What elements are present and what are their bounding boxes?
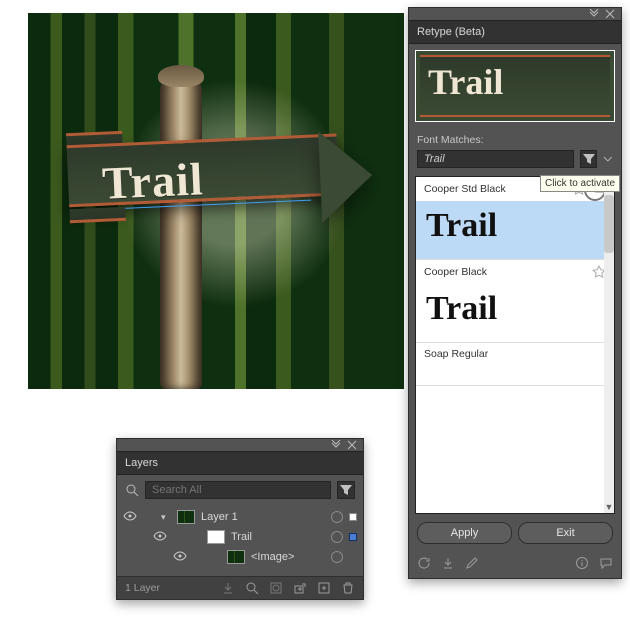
disclosure-icon[interactable]: ▾: [161, 512, 171, 523]
filter-icon: [582, 152, 596, 166]
eye-icon: [173, 549, 187, 563]
font-preview: Trail: [415, 50, 615, 122]
feedback-icon[interactable]: [599, 556, 613, 570]
sign-text: Trail: [101, 152, 204, 209]
layer-row[interactable]: <Image>: [123, 547, 357, 567]
signpost-pole: [160, 73, 202, 389]
layer-thumbnail: [207, 530, 225, 544]
selection-indicator[interactable]: [349, 513, 357, 521]
search-icon: [125, 483, 139, 497]
locate-icon[interactable]: [245, 581, 259, 595]
font-matches-label: Font Matches:: [409, 128, 621, 150]
new-layer-icon[interactable]: [317, 581, 331, 595]
target-icon[interactable]: [331, 531, 343, 543]
activate-tooltip: Click to activate: [540, 175, 620, 192]
scroll-down-icon[interactable]: ▼: [604, 501, 614, 513]
scroll-thumb[interactable]: [604, 195, 614, 253]
font-name: Soap Regular: [424, 348, 488, 360]
font-name: Cooper Black: [424, 266, 487, 278]
panel-title: Retype (Beta): [409, 20, 621, 44]
font-query-input[interactable]: [417, 150, 574, 168]
layer-thumbnail: [227, 550, 245, 564]
mask-icon[interactable]: [269, 581, 283, 595]
export-icon[interactable]: [441, 556, 455, 570]
filter-button[interactable]: [580, 150, 597, 168]
close-icon[interactable]: [605, 9, 615, 19]
document-canvas[interactable]: Trail: [28, 13, 404, 389]
font-result[interactable]: Cooper Black Trail: [416, 260, 614, 343]
delete-icon[interactable]: [341, 581, 355, 595]
retype-panel: Retype (Beta) Trail Font Matches: Cooper…: [408, 7, 622, 579]
collapse-icon[interactable]: [331, 440, 341, 450]
layers-panel: Layers ▾ Layer 1 Trail: [116, 438, 364, 600]
export-layer-icon[interactable]: [221, 581, 235, 595]
apply-button[interactable]: Apply: [417, 522, 512, 544]
layer-thumbnail: [177, 510, 195, 524]
sign: Trail: [66, 123, 356, 227]
new-sublayer-icon[interactable]: [293, 581, 307, 595]
font-sample: Trail: [426, 207, 497, 244]
info-icon[interactable]: [575, 556, 589, 570]
layer-row[interactable]: ▾ Layer 1: [123, 507, 357, 527]
target-icon[interactable]: [331, 511, 343, 523]
layer-label[interactable]: <Image>: [251, 551, 325, 563]
panel-title: Layers: [117, 451, 363, 475]
visibility-toggle[interactable]: [153, 529, 167, 546]
layers-count: 1 Layer: [125, 582, 160, 594]
close-icon[interactable]: [347, 440, 357, 450]
edit-icon[interactable]: [465, 556, 479, 570]
eye-icon: [153, 529, 167, 543]
font-results-list: Cooper Std Black Trail Cooper Black Trai…: [415, 176, 615, 514]
preview-text: Trail: [428, 61, 503, 103]
chevron-down-icon[interactable]: [603, 154, 613, 164]
collapse-icon[interactable]: [589, 9, 599, 19]
selection-indicator[interactable]: [349, 533, 357, 541]
results-scrollbar[interactable]: ▲ ▼: [604, 177, 614, 513]
visibility-toggle[interactable]: [173, 549, 187, 566]
target-icon[interactable]: [331, 551, 343, 563]
font-result[interactable]: Soap Regular: [416, 343, 614, 386]
layer-label[interactable]: Layer 1: [201, 511, 325, 523]
layers-tree: ▾ Layer 1 Trail <Image>: [117, 505, 363, 576]
font-name: Cooper Std Black: [424, 183, 506, 195]
filter-icon: [339, 483, 353, 497]
layer-row[interactable]: Trail: [123, 527, 357, 547]
refresh-icon[interactable]: [417, 556, 431, 570]
layers-search-input[interactable]: [145, 481, 331, 499]
layer-label[interactable]: Trail: [231, 531, 325, 543]
font-sample: Trail: [426, 290, 497, 327]
layers-filter-button[interactable]: [337, 481, 355, 499]
eye-icon: [123, 509, 137, 523]
exit-button[interactable]: Exit: [518, 522, 613, 544]
visibility-toggle[interactable]: [123, 509, 137, 526]
